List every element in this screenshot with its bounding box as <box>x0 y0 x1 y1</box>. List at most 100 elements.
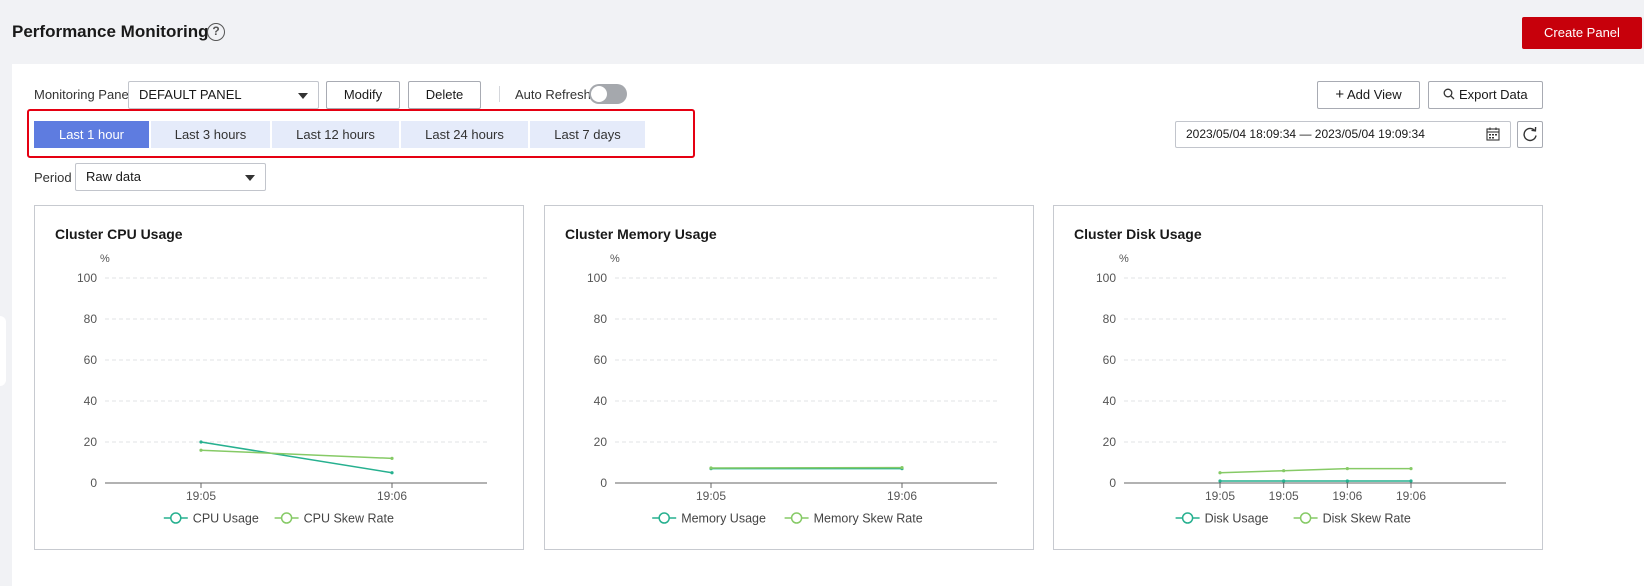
question-circle-icon[interactable]: ? <box>207 23 225 41</box>
data-point <box>709 466 713 470</box>
page-header: Performance Monitoring ? Create Panel <box>0 0 1644 64</box>
data-point <box>1409 479 1413 483</box>
tab-last-3-hours[interactable]: Last 3 hours <box>151 121 270 148</box>
tab-last-12-hours[interactable]: Last 12 hours <box>272 121 399 148</box>
data-point <box>1282 479 1286 483</box>
data-point <box>199 440 203 444</box>
x-tick-label: 19:05 <box>186 489 216 503</box>
y-tick-label: 80 <box>84 312 98 326</box>
data-point <box>390 456 394 460</box>
modify-button[interactable]: Modify <box>326 81 400 109</box>
y-tick-label: 0 <box>1109 476 1116 490</box>
y-tick-label: 60 <box>594 353 608 367</box>
legend-marker <box>1299 512 1312 524</box>
y-tick-label: 20 <box>84 435 98 449</box>
calendar-icon[interactable] <box>1486 127 1500 141</box>
data-point <box>390 471 394 475</box>
y-tick-label: 40 <box>84 394 98 408</box>
tab-last-1-hour[interactable]: Last 1 hour <box>34 121 149 148</box>
toolbar-divider <box>499 86 500 102</box>
period-label: Period <box>34 170 72 185</box>
data-point <box>1409 467 1413 471</box>
y-axis-unit: % <box>100 253 110 265</box>
chevron-down-icon <box>298 93 308 99</box>
chart-title: Cluster CPU Usage <box>55 226 183 242</box>
x-tick-label: 19:05 <box>696 489 726 503</box>
auto-refresh-toggle[interactable] <box>589 84 627 104</box>
date-range-picker[interactable]: 2023/05/04 18:09:34 — 2023/05/04 19:09:3… <box>1175 121 1511 148</box>
data-point <box>1345 467 1349 471</box>
side-collapse-handle[interactable] <box>0 316 6 386</box>
x-tick-label: 19:06 <box>377 489 407 503</box>
page-title: Performance Monitoring <box>12 22 209 41</box>
y-tick-label: 60 <box>1103 353 1117 367</box>
x-tick-label: 19:05 <box>1205 489 1235 503</box>
memory-usage-card: Cluster Memory Usage % 0 20 40 60 80 100 19:05 1… <box>544 205 1034 550</box>
y-tick-label: 80 <box>1103 312 1117 326</box>
y-tick-label: 0 <box>600 476 607 490</box>
legend-marker <box>790 512 803 524</box>
legend-marker <box>658 512 670 524</box>
y-tick-label: 20 <box>594 435 608 449</box>
legend-marker <box>1181 512 1194 524</box>
data-point <box>1218 471 1222 475</box>
memory-usage-chart: % 0 20 40 60 80 100 19:05 19:06 Memory Usage Memor… <box>587 253 997 526</box>
y-tick-label: 60 <box>84 353 98 367</box>
period-value: Raw data <box>86 169 141 184</box>
data-point <box>1345 479 1349 483</box>
x-tick-label: 19:06 <box>1396 489 1426 503</box>
series-line <box>1219 467 1411 474</box>
refresh-button[interactable] <box>1517 121 1543 148</box>
legend-label: CPU Skew Rate <box>304 512 394 526</box>
data-point <box>199 448 203 452</box>
legend-marker <box>170 512 182 524</box>
add-view-button[interactable]: + Add View <box>1317 81 1420 109</box>
date-range-value: 2023/05/04 18:09:34 — 2023/05/04 19:09:3… <box>1186 127 1425 141</box>
export-data-label: Export Data <box>1458 87 1528 102</box>
delete-button[interactable]: Delete <box>408 81 481 109</box>
refresh-icon <box>1523 126 1537 142</box>
disk-usage-chart: % 0 20 40 60 80 100 19:05 19:05 19:06 19:06 Disk Us… <box>1096 253 1506 526</box>
y-axis-unit: % <box>610 253 620 265</box>
add-view-label: Add View <box>1346 87 1402 102</box>
legend-label: Disk Usage <box>1205 512 1269 526</box>
legend-label: Disk Skew Rate <box>1323 512 1411 526</box>
x-tick-label: 19:06 <box>1332 489 1362 503</box>
export-data-button[interactable]: Export Data <box>1428 81 1543 109</box>
y-tick-label: 100 <box>77 271 97 285</box>
y-tick-label: 40 <box>1103 394 1117 408</box>
cpu-usage-chart: % 0 20 40 60 80 100 19:05 19:06 CPU Usage CPU Skew… <box>77 253 487 526</box>
y-tick-label: 0 <box>90 476 97 490</box>
tab-last-7-days[interactable]: Last 7 days <box>530 121 645 148</box>
y-tick-label: 20 <box>1103 435 1117 449</box>
monitoring-panel-label: Monitoring Panel <box>34 87 132 102</box>
toggle-knob <box>591 86 607 102</box>
legend-label: Memory Usage <box>681 512 766 526</box>
chart-title: Cluster Memory Usage <box>565 226 717 242</box>
chart-title: Cluster Disk Usage <box>1074 226 1202 242</box>
cpu-usage-card: Cluster CPU Usage % 0 20 40 60 80 100 19:05 19:0… <box>34 205 524 550</box>
data-point <box>1282 469 1286 473</box>
y-tick-label: 100 <box>587 271 607 285</box>
legend-marker <box>280 512 293 524</box>
x-tick-label: 19:05 <box>1269 489 1299 503</box>
monitoring-panel-value: DEFAULT PANEL <box>139 87 242 102</box>
y-axis-unit: % <box>1119 253 1129 265</box>
search-icon <box>1443 88 1455 100</box>
monitoring-panel-select[interactable]: DEFAULT PANEL <box>128 81 319 109</box>
plus-icon: + <box>1335 86 1345 103</box>
data-point <box>900 466 904 470</box>
legend-label: CPU Usage <box>193 512 259 526</box>
disk-usage-card: Cluster Disk Usage % 0 20 40 60 80 100 19:05 19:… <box>1053 205 1543 550</box>
y-tick-label: 100 <box>1096 271 1116 285</box>
chevron-down-icon <box>245 175 255 181</box>
x-tick-label: 19:06 <box>887 489 917 503</box>
legend-label: Memory Skew Rate <box>814 512 923 526</box>
tab-last-24-hours[interactable]: Last 24 hours <box>401 121 528 148</box>
y-tick-label: 40 <box>594 394 608 408</box>
auto-refresh-label: Auto Refresh <box>515 87 591 102</box>
period-select[interactable]: Raw data <box>75 163 266 191</box>
create-panel-button[interactable]: Create Panel <box>1522 17 1642 49</box>
data-point <box>1218 479 1222 483</box>
y-tick-label: 80 <box>594 312 608 326</box>
